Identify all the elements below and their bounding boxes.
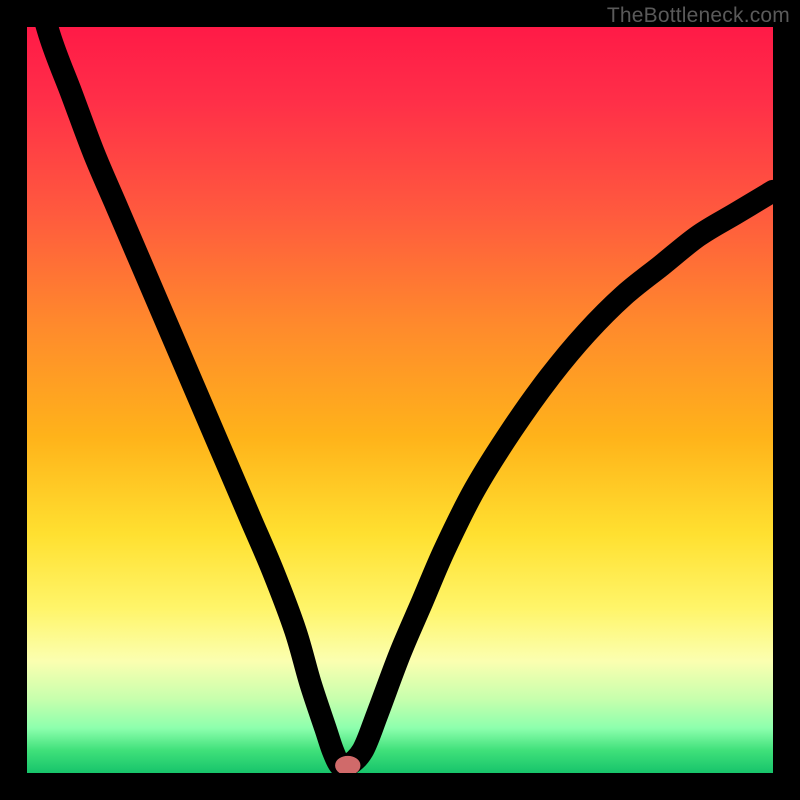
plot-area: [27, 27, 773, 773]
chart-frame: TheBottleneck.com: [0, 0, 800, 800]
watermark-text: TheBottleneck.com: [607, 4, 790, 28]
optimal-marker: [339, 760, 357, 772]
bottleneck-curve: [27, 27, 773, 767]
chart-svg: [27, 27, 773, 773]
